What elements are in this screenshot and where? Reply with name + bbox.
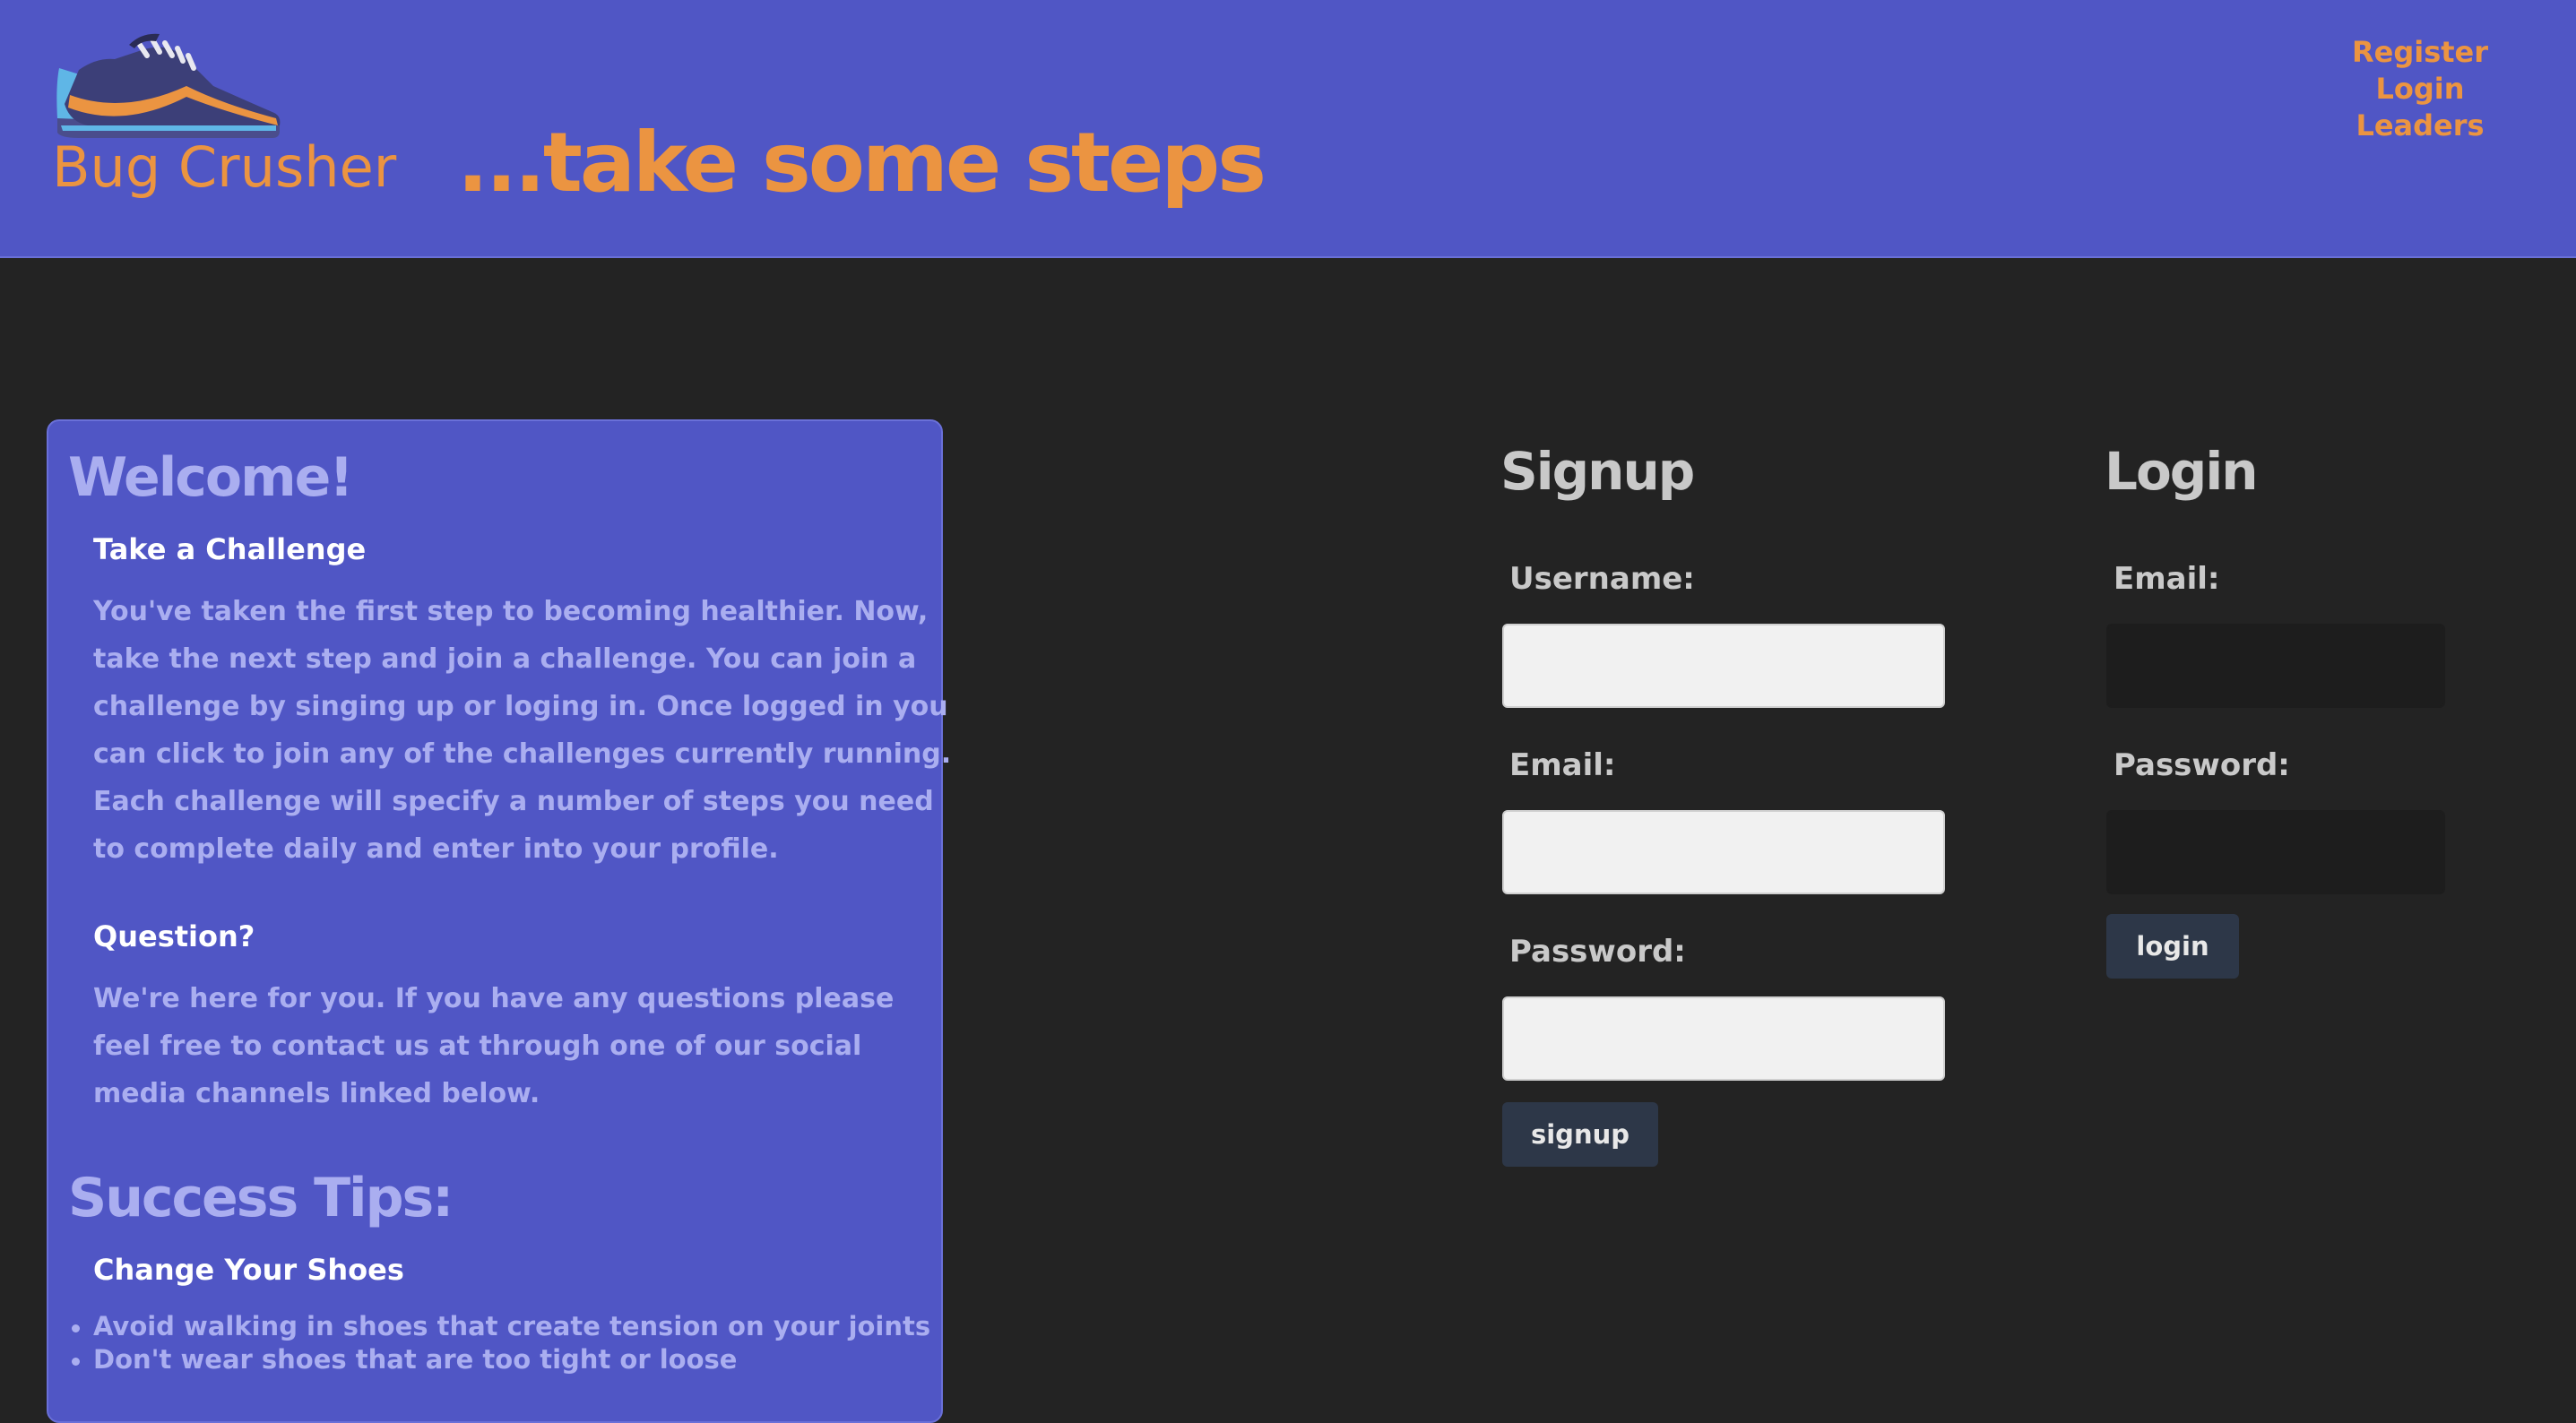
signup-button[interactable]: signup xyxy=(1502,1102,1658,1167)
question-heading: Question? xyxy=(93,919,255,953)
signup-username-field[interactable] xyxy=(1502,624,1945,708)
signup-email-label: Email: xyxy=(1509,747,1616,783)
tagline: ...take some steps xyxy=(457,115,1266,211)
nav-login-link[interactable]: Login xyxy=(2330,71,2510,108)
challenge-text-2: Each challenge will specify a number of … xyxy=(93,786,934,865)
nav-leaders-link[interactable]: Leaders xyxy=(2330,108,2510,144)
signup-password-label: Password: xyxy=(1509,934,1686,970)
signup-email-field[interactable] xyxy=(1502,810,1945,894)
tips-title: Success Tips: xyxy=(68,1167,454,1229)
login-email-field[interactable] xyxy=(2106,624,2445,708)
login-password-label: Password: xyxy=(2114,747,2290,783)
shoes-heading: Change Your Shoes xyxy=(93,1253,404,1287)
question-text: We're here for you. If you have any ques… xyxy=(93,983,895,1109)
login-title: Login xyxy=(2105,441,2258,502)
shoes-tips-list: Avoid walking in shoes that create tensi… xyxy=(71,1310,931,1376)
login-email-label: Email: xyxy=(2114,561,2220,597)
signup-username-label: Username: xyxy=(1509,561,1695,597)
list-item: Don't wear shoes that are too tight or l… xyxy=(71,1343,930,1376)
welcome-title: Welcome! xyxy=(68,446,354,509)
brand-name[interactable]: Bug Crusher xyxy=(52,134,396,200)
sneaker-icon[interactable] xyxy=(52,32,281,140)
list-item: Avoid walking in shoes that create tensi… xyxy=(71,1311,931,1341)
login-password-field[interactable] xyxy=(2106,810,2445,894)
challenge-text: You've taken the first step to becoming … xyxy=(93,596,952,770)
site-header: Bug Crusher ...take some steps Register … xyxy=(0,0,2576,258)
challenge-heading: Take a Challenge xyxy=(93,532,367,566)
welcome-panel: Welcome! Take a Challenge You've taken t… xyxy=(47,419,951,1423)
nav-register-link[interactable]: Register xyxy=(2330,34,2510,71)
signup-title: Signup xyxy=(1500,441,1695,502)
login-button[interactable]: login xyxy=(2106,914,2239,979)
top-nav: Register Login Leaders xyxy=(2330,34,2510,144)
signup-password-field[interactable] xyxy=(1502,996,1945,1081)
